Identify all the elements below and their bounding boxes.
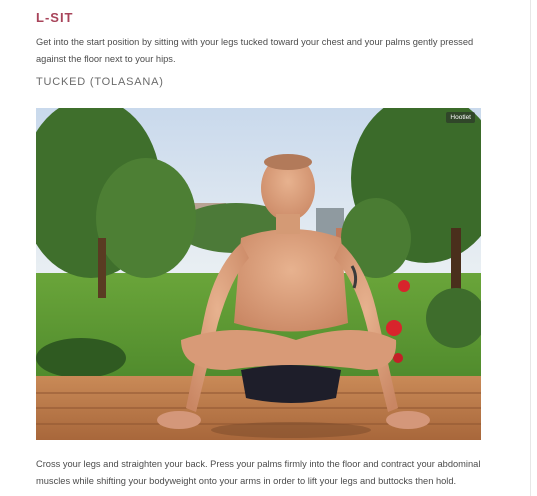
right-divider: [530, 0, 531, 496]
instructions-paragraph: Cross your legs and straighten your back…: [36, 459, 481, 486]
exercise-photo: Hootlet: [36, 108, 481, 440]
image-watermark-badge: Hootlet: [446, 112, 475, 123]
photo-illustration: [36, 108, 481, 440]
section-title: L-SIT: [36, 10, 74, 25]
intro-paragraph: Get into the start position by sitting w…: [36, 37, 474, 64]
page: L-SIT Get into the start position by sit…: [0, 0, 537, 496]
variation-heading: TUCKED (TOLASANA): [36, 76, 164, 88]
